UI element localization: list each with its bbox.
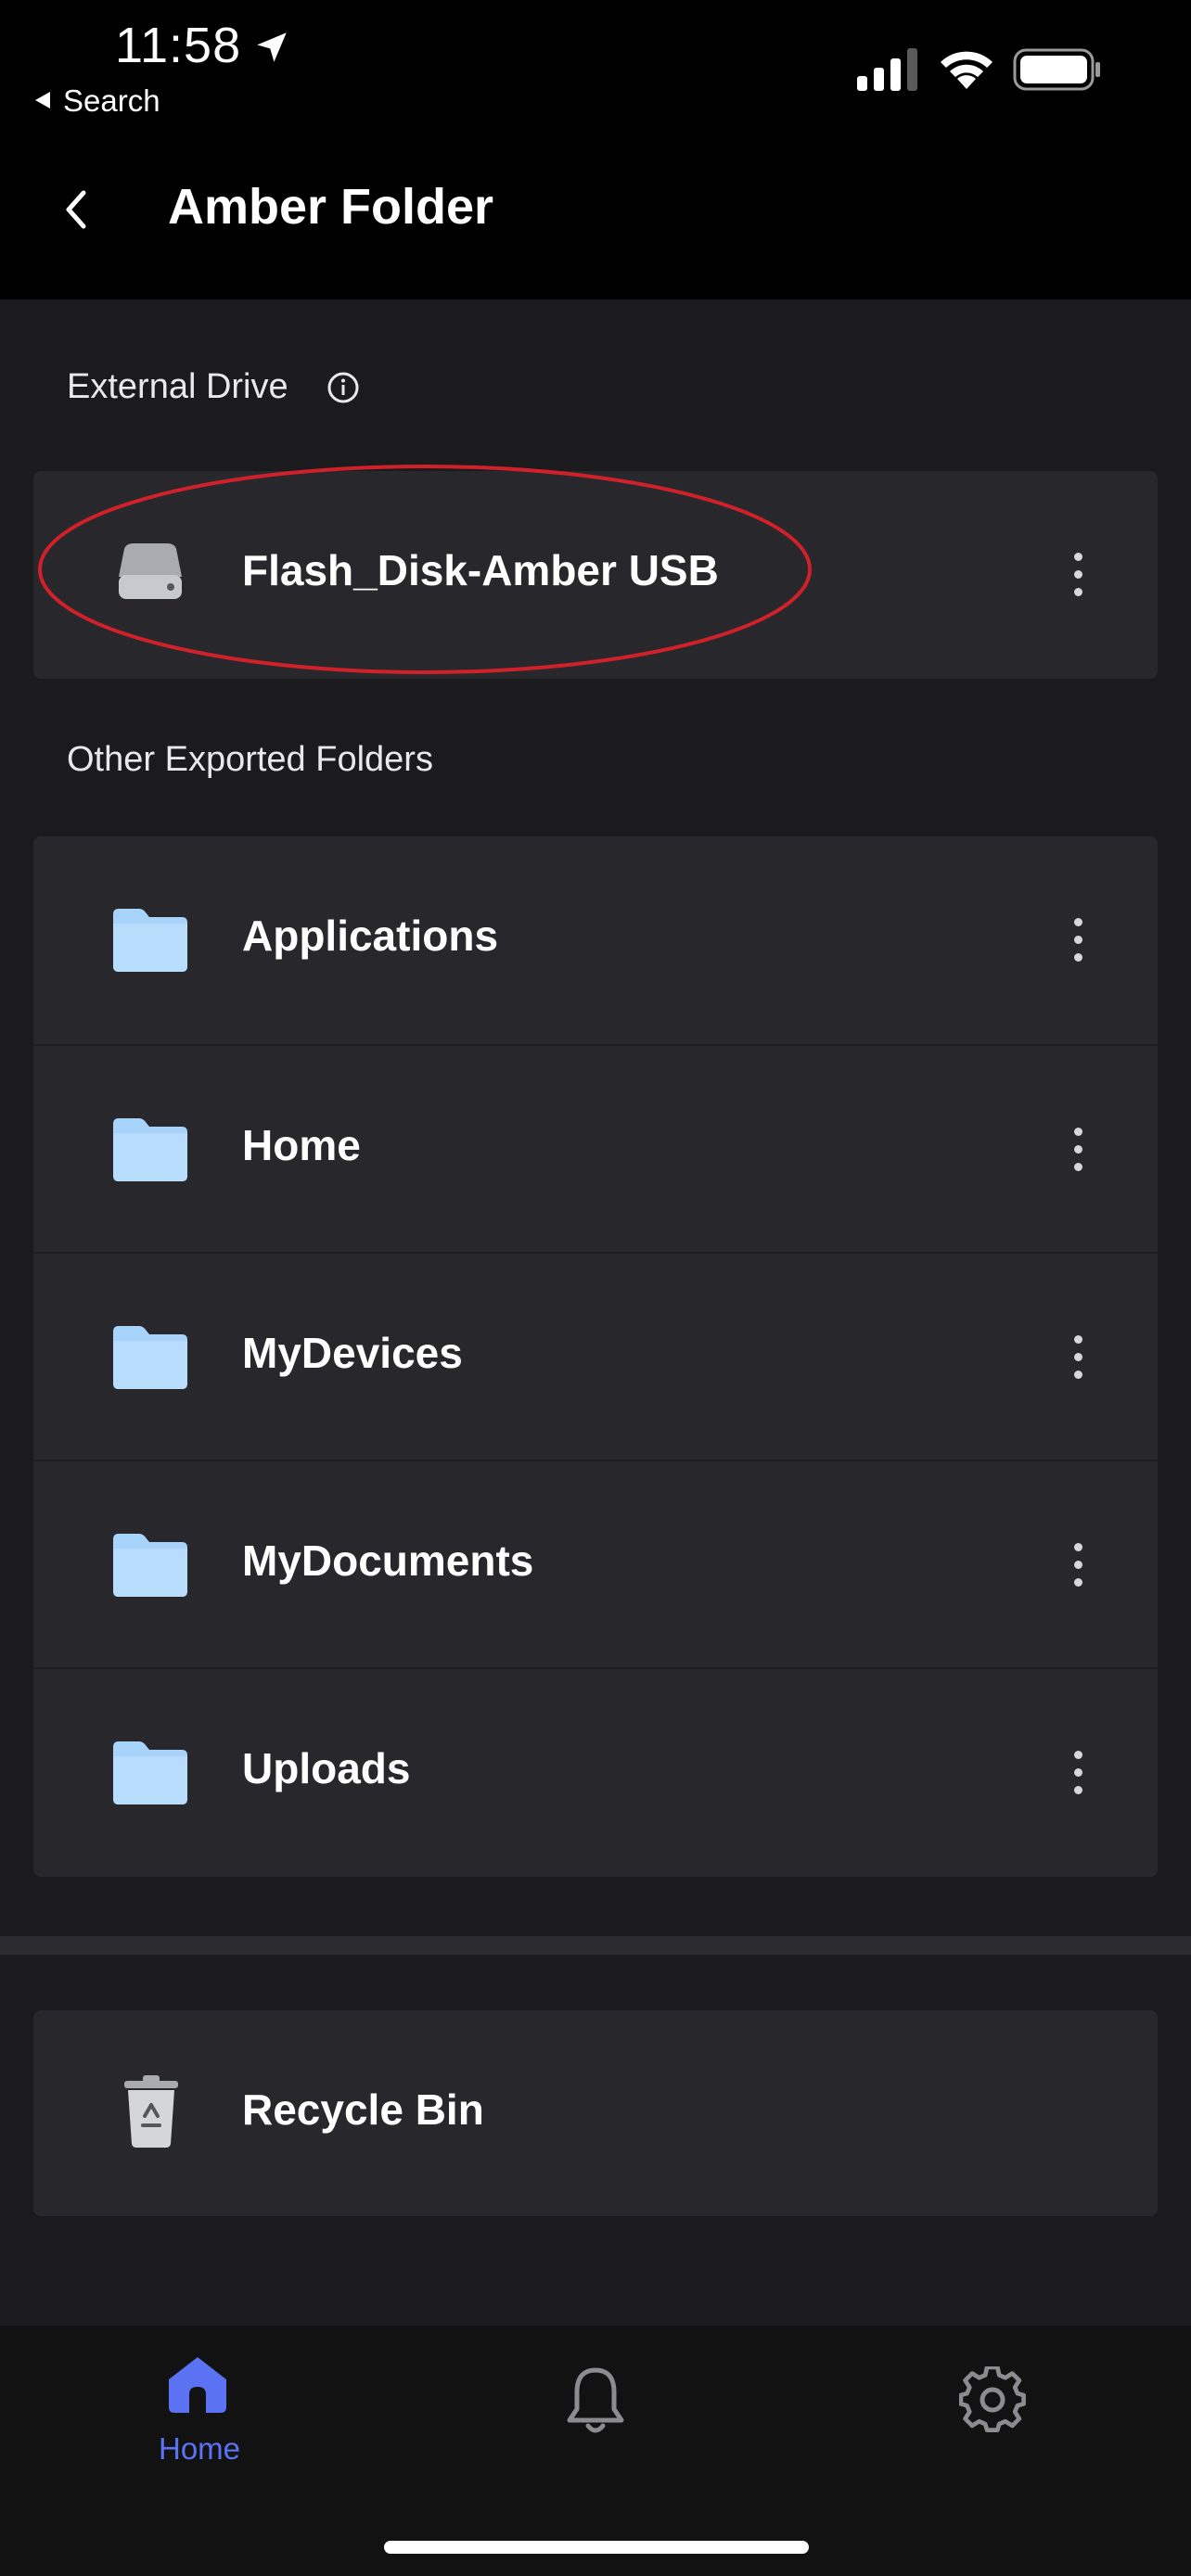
exported-folders-heading: Other Exported Folders bbox=[67, 740, 433, 779]
top-bar: 11:58 Search Amber Folder bbox=[0, 0, 1191, 300]
back-app-label: Search bbox=[63, 83, 160, 118]
location-arrow-icon bbox=[257, 32, 287, 62]
page-title: Amber Folder bbox=[168, 179, 494, 235]
tab-home[interactable] bbox=[167, 2355, 228, 2419]
drive-row-flash-disk[interactable]: Flash_Disk-Amber USB bbox=[33, 471, 1158, 679]
home-indicator[interactable] bbox=[384, 2541, 809, 2554]
trash-icon bbox=[124, 2075, 178, 2148]
folder-icon bbox=[113, 1326, 187, 1389]
folder-row-mydocuments[interactable]: MyDocuments bbox=[33, 1460, 1158, 1669]
recycle-bin-label: Recycle Bin bbox=[242, 2085, 484, 2134]
tab-home-label: Home bbox=[159, 2431, 241, 2466]
back-to-app-link[interactable]: Search bbox=[35, 83, 160, 119]
more-options-icon[interactable] bbox=[1072, 553, 1083, 597]
folder-name: MyDocuments bbox=[242, 1537, 534, 1585]
exported-folders-card: Applications Home MyDevices MyDocuments … bbox=[33, 836, 1158, 1877]
folder-name: MyDevices bbox=[242, 1329, 463, 1377]
info-icon[interactable] bbox=[327, 371, 360, 404]
folder-row-applications[interactable]: Applications bbox=[33, 836, 1158, 1044]
status-time: 11:58 bbox=[115, 18, 242, 73]
tab-settings[interactable] bbox=[958, 2365, 1026, 2438]
folder-icon bbox=[113, 1534, 187, 1597]
more-options-icon[interactable] bbox=[1072, 918, 1083, 963]
more-options-icon[interactable] bbox=[1072, 1128, 1083, 1172]
cellular-signal-icon bbox=[857, 48, 917, 91]
folder-row-mydevices[interactable]: MyDevices bbox=[33, 1252, 1158, 1461]
folder-name: Home bbox=[242, 1121, 361, 1169]
drive-name: Flash_Disk-Amber USB bbox=[242, 546, 719, 594]
external-drive-heading: External Drive bbox=[67, 367, 288, 406]
folder-icon bbox=[113, 1118, 187, 1181]
folder-icon bbox=[113, 1741, 187, 1804]
battery-icon bbox=[1013, 48, 1100, 91]
more-options-icon[interactable] bbox=[1072, 1335, 1083, 1380]
folder-name: Applications bbox=[242, 912, 499, 960]
section-divider bbox=[0, 1936, 1191, 1955]
gear-icon bbox=[958, 2365, 1026, 2432]
more-options-icon[interactable] bbox=[1072, 1543, 1083, 1588]
folder-row-home[interactable]: Home bbox=[33, 1044, 1158, 1254]
more-options-icon[interactable] bbox=[1072, 1751, 1083, 1795]
wifi-icon bbox=[941, 51, 992, 89]
home-icon bbox=[169, 2357, 226, 2413]
bell-icon bbox=[567, 2367, 624, 2433]
recycle-bin-row[interactable]: Recycle Bin bbox=[33, 2010, 1158, 2216]
tab-notifications[interactable] bbox=[564, 2366, 627, 2442]
back-triangle-icon bbox=[35, 92, 50, 109]
folder-row-uploads[interactable]: Uploads bbox=[33, 1667, 1158, 1877]
external-drive-card: Flash_Disk-Amber USB bbox=[33, 471, 1158, 679]
recycle-bin-card: Recycle Bin bbox=[33, 2010, 1158, 2216]
folder-icon bbox=[113, 909, 187, 972]
drive-icon bbox=[119, 543, 182, 599]
back-chevron-icon[interactable] bbox=[59, 185, 93, 234]
folder-name: Uploads bbox=[242, 1744, 411, 1792]
